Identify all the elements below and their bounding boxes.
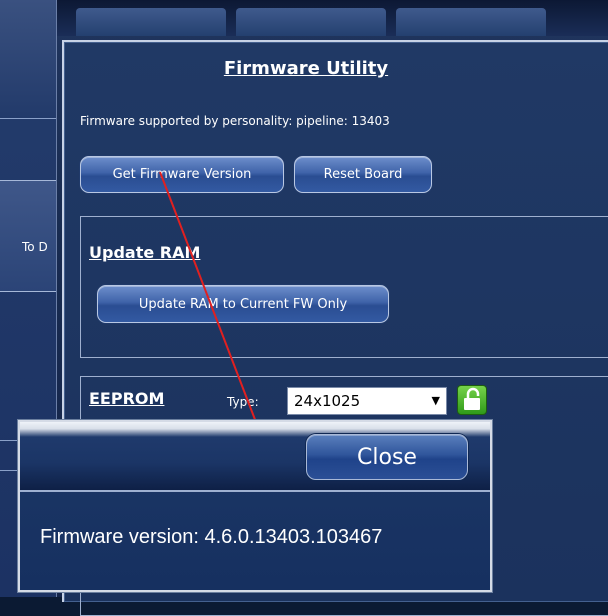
update-ram-title: Update RAM bbox=[89, 243, 201, 262]
divider bbox=[0, 470, 20, 471]
background-tab-strip bbox=[56, 0, 608, 36]
close-button[interactable]: Close bbox=[306, 434, 468, 480]
window-title: Firmware Utility bbox=[223, 58, 389, 79]
firmware-version-dialog: Close Firmware version: 4.6.0.13403.1034… bbox=[18, 420, 492, 592]
unlock-icon[interactable] bbox=[457, 385, 487, 415]
get-firmware-version-button[interactable]: Get Firmware Version bbox=[80, 156, 284, 193]
background-left-label: To D bbox=[22, 240, 48, 254]
eeprom-title[interactable]: EEPROM bbox=[89, 389, 164, 408]
eeprom-type-label: Type: bbox=[227, 395, 259, 409]
eeprom-type-select[interactable]: 24x1025 ▼ bbox=[287, 387, 447, 415]
background-tab bbox=[236, 8, 386, 36]
eeprom-type-value: 24x1025 bbox=[294, 392, 361, 410]
update-ram-section: Update RAM Update RAM to Current FW Only bbox=[80, 216, 608, 358]
reset-board-button[interactable]: Reset Board bbox=[294, 156, 432, 193]
background-left-item[interactable] bbox=[0, 180, 56, 292]
firmware-version-message: Firmware version: 4.6.0.13403.103467 bbox=[40, 526, 383, 548]
divider bbox=[0, 440, 20, 441]
background-tab bbox=[76, 8, 226, 36]
divider bbox=[0, 118, 56, 119]
firmware-supported-text: Firmware supported by personality: pipel… bbox=[80, 114, 390, 128]
dropdown-arrow-icon: ▼ bbox=[431, 394, 440, 407]
update-ram-button[interactable]: Update RAM to Current FW Only bbox=[97, 285, 389, 323]
background-tab bbox=[396, 8, 546, 36]
unlock-icon-graphic bbox=[464, 387, 480, 410]
divider bbox=[20, 490, 490, 492]
